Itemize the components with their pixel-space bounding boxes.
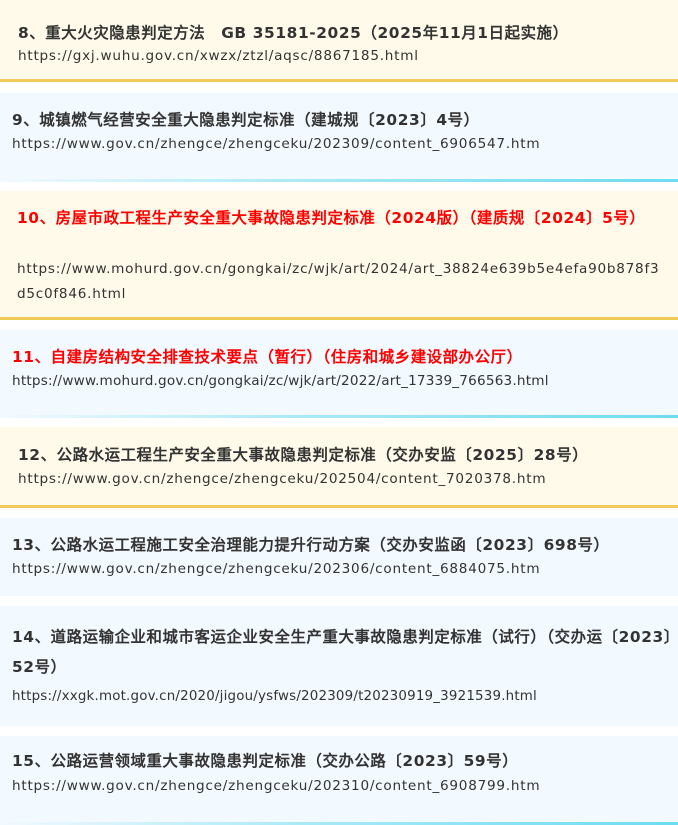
item-title: 10、房屋市政工程生产安全重大事故隐患判定标准（2024版）（建质规〔2024〕… [17, 209, 646, 227]
list-item: 15、公路运营领域重大事故隐患判定标准（交办公路〔2023〕59号） https… [0, 736, 678, 825]
list-item: 13、公路水运工程施工安全治理能力提升行动方案（交办安监函〔2023〕698号）… [0, 518, 678, 596]
list-item: 11、自建房结构安全排查技术要点（暂行）（住房和城乡建设部办公厅） https:… [0, 330, 678, 418]
item-link[interactable]: https://www.mohurd.gov.cn/gongkai/zc/wjk… [12, 369, 549, 394]
item-link[interactable]: https://www.mohurd.gov.cn/gongkai/zc/wjk… [17, 257, 662, 307]
item-title: 12、公路水运工程生产安全重大事故隐患判定标准（交办安监〔2025〕28号） [18, 446, 589, 464]
item-link[interactable]: https://xxgk.mot.gov.cn/2020/jigou/ysfws… [12, 684, 537, 709]
list-item: 12、公路水运工程生产安全重大事故隐患判定标准（交办安监〔2025〕28号） h… [0, 427, 678, 508]
item-link[interactable]: https://www.gov.cn/zhengce/zhengceku/202… [12, 774, 540, 799]
list-item: 14、道路运输企业和城市客运企业安全生产重大事故隐患判定标准（试行）（交办运〔2… [0, 606, 678, 726]
item-title: 15、公路运营领域重大事故隐患判定标准（交办公路〔2023〕59号） [12, 752, 519, 770]
list-item: 9、城镇燃气经营安全重大隐患判定标准（建城规〔2023〕4号） https://… [0, 93, 678, 182]
item-link[interactable]: https://gxj.wuhu.gov.cn/xwzx/ztzl/aqsc/8… [18, 44, 419, 69]
item-title: 13、公路水运工程施工安全治理能力提升行动方案（交办安监函〔2023〕698号） [12, 536, 610, 554]
item-link[interactable]: https://www.gov.cn/zhengce/zhengceku/202… [12, 132, 540, 157]
item-link[interactable]: https://www.gov.cn/zhengce/zhengceku/202… [12, 557, 540, 582]
item-title: 14、道路运输企业和城市客运企业安全生产重大事故隐患判定标准（试行）（交办运〔2… [12, 628, 673, 676]
divider [0, 505, 678, 508]
divider [0, 415, 678, 418]
item-title: 9、城镇燃气经营安全重大隐患判定标准（建城规〔2023〕4号） [12, 111, 480, 129]
divider [0, 317, 678, 320]
item-title: 8、重大火灾隐患判定方法 GB 35181-2025（2025年11月1日起实施… [18, 24, 569, 42]
item-title: 11、自建房结构安全排查技术要点（暂行）（住房和城乡建设部办公厅） [12, 348, 523, 366]
divider [0, 179, 678, 182]
list-item: 8、重大火灾隐患判定方法 GB 35181-2025（2025年11月1日起实施… [0, 0, 678, 82]
item-link[interactable]: https://www.gov.cn/zhengce/zhengceku/202… [18, 467, 546, 492]
divider [0, 79, 678, 82]
list-item: 10、房屋市政工程生产安全重大事故隐患判定标准（2024版）（建质规〔2024〕… [0, 191, 678, 320]
